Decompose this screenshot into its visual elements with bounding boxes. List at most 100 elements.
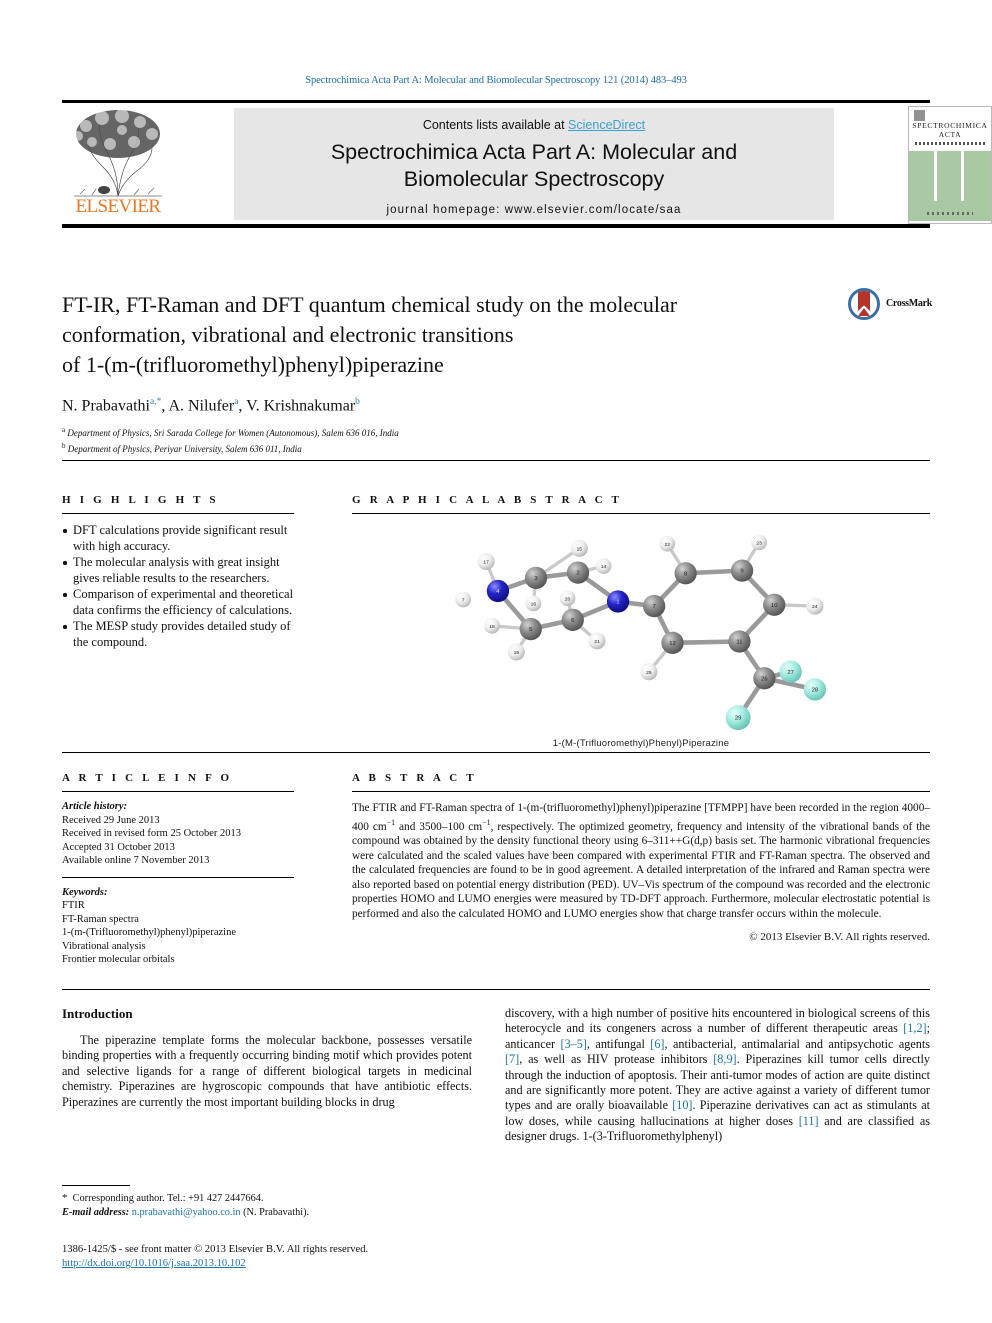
svg-text:29: 29 xyxy=(735,716,742,722)
svg-text:24: 24 xyxy=(812,604,818,610)
svg-text:14: 14 xyxy=(601,564,607,570)
contents-line: Contents lists available at ScienceDirec… xyxy=(234,118,834,132)
contents-prefix: Contents lists available at xyxy=(422,118,569,132)
keywords-divider xyxy=(62,876,294,878)
atom-12: 12 xyxy=(661,631,684,654)
highlights-section: H I G H L I G H T S DFT calculations pro… xyxy=(62,494,294,651)
atom-22: 22 xyxy=(659,535,676,552)
cover-body xyxy=(909,151,991,221)
svg-text:27: 27 xyxy=(787,670,794,676)
svg-text:10: 10 xyxy=(771,603,778,609)
body-column-left: Introduction The piperazine template for… xyxy=(62,1006,472,1110)
svg-text:2: 2 xyxy=(576,571,579,577)
atom-8: 8 xyxy=(674,562,697,585)
cover-header: SPECTROCHIMICA ACTA xyxy=(909,107,991,151)
atom-19: 19 xyxy=(507,643,525,661)
svg-text:17: 17 xyxy=(483,560,489,566)
list-item: The molecular analysis with great insigh… xyxy=(62,555,294,586)
journal-cover-thumbnail: SPECTROCHIMICA ACTA xyxy=(908,106,992,224)
svg-text:1: 1 xyxy=(616,600,619,606)
affiliation-a: a Department of Physics, Sri Sarada Coll… xyxy=(62,426,399,439)
atom-6: 6 xyxy=(561,608,584,631)
svg-text:7: 7 xyxy=(652,604,655,610)
atom-7: 7 xyxy=(642,594,666,618)
journal-masthead: ELSEVIER Contents lists available at Sci… xyxy=(62,100,992,228)
abstract-copyright: © 2013 Elsevier B.V. All rights reserved… xyxy=(749,930,930,943)
email-note: E-mail address: n.prabavathi@yahoo.co.in… xyxy=(62,1206,310,1218)
cover-footer-dots xyxy=(927,212,973,215)
author-list: N. Prabavathia,*, A. Nilufera, V. Krishn… xyxy=(62,397,360,415)
list-item: Comparison of experimental and theoretic… xyxy=(62,587,294,618)
masthead-rule-top xyxy=(62,100,930,103)
atom-16: 16 xyxy=(525,595,542,612)
atom-5: 5 xyxy=(519,617,542,641)
atom-28: 28 xyxy=(803,678,827,701)
history-line: Accepted 31 October 2013 xyxy=(62,841,175,853)
intro-paragraph-right: discovery, with a high number of positiv… xyxy=(505,1006,931,1144)
keywords-block: Keywords: FTIR FT-Raman spectra 1-(m-(Tr… xyxy=(62,886,294,967)
keyword-item: FT-Raman spectra xyxy=(62,913,139,925)
affiliation-b: b Department of Physics, Periyar Univers… xyxy=(62,441,302,454)
title-divider xyxy=(62,460,930,461)
masthead-rule-bottom xyxy=(62,224,930,228)
crossmark-badge[interactable]: CrossMark xyxy=(848,288,936,322)
article-history: Article history: Received 29 June 2013 R… xyxy=(62,800,294,868)
molecule-figure: 14 20 16 7 18 22 23 15 17 21 19 24 25 2 3 4 1 6 5 8 9 7 10 12 11… xyxy=(352,526,930,736)
atom-2: 2 xyxy=(566,561,590,584)
atom-3: 3 xyxy=(524,566,548,589)
atom-15: 15 xyxy=(570,539,588,557)
keywords-label: Keywords: xyxy=(62,886,108,898)
article-history-label: Article history: xyxy=(62,801,128,812)
svg-text:12: 12 xyxy=(669,641,676,647)
footnote-rule xyxy=(62,1185,130,1186)
atom-9: 9 xyxy=(730,559,754,582)
running-head: Spectrochimica Acta Part A: Molecular an… xyxy=(305,75,687,86)
sciencedirect-link[interactable]: ScienceDirect xyxy=(568,118,645,132)
section-heading-introduction: Introduction xyxy=(62,1006,133,1021)
atom-7: 7 xyxy=(455,591,472,608)
atom-26: 26 xyxy=(753,667,776,690)
mid-divider xyxy=(62,752,930,753)
article-info-heading: A R T I C L E I N F O xyxy=(62,772,233,784)
keyword-item: FTIR xyxy=(62,900,85,911)
crossmark-icon xyxy=(848,288,880,320)
svg-text:28: 28 xyxy=(812,688,819,694)
elsevier-wordmark: ELSEVIER xyxy=(75,196,162,217)
article-page: Spectrochimica Acta Part A: Molecular an… xyxy=(0,0,992,1323)
svg-text:21: 21 xyxy=(594,639,600,645)
atom-25: 25 xyxy=(640,663,658,681)
molecule-structure-diagram: 14201671822 231517211924252341658 97 1012 11… xyxy=(455,534,827,731)
svg-text:25: 25 xyxy=(646,670,652,676)
abstract-rule xyxy=(352,791,930,792)
body-divider xyxy=(62,989,930,990)
crossmark-label: CrossMark xyxy=(886,298,933,309)
journal-title-line1: Spectrochimica Acta Part A: Molecular an… xyxy=(330,140,738,164)
title-line-1: FT-IR, FT-Raman and DFT quantum chemical… xyxy=(62,292,678,317)
doi-link[interactable]: http://dx.doi.org/10.1016/j.saa.2013.10.… xyxy=(62,1258,246,1269)
footnote-block: * Corresponding author. Tel.: +91 427 24… xyxy=(62,1185,472,1219)
atom-21: 21 xyxy=(588,632,606,650)
title-line-3: of 1-(m-(trifluoromethyl)phenyl)piperazi… xyxy=(62,352,444,377)
atom-10: 10 xyxy=(763,593,786,616)
svg-text:7: 7 xyxy=(462,598,465,604)
svg-text:16: 16 xyxy=(531,602,537,608)
journal-title-line2: Biomolecular Spectroscopy xyxy=(403,167,665,191)
svg-text:9: 9 xyxy=(740,569,743,575)
affiliations: a Department of Physics, Sri Sarada Coll… xyxy=(62,424,762,455)
abstract-section: A B S T R A C T The FTIR and FT-Raman sp… xyxy=(352,772,930,943)
svg-text:26: 26 xyxy=(761,676,768,682)
atom-14: 14 xyxy=(595,558,612,574)
atom-29: 29 xyxy=(725,705,751,731)
svg-text:22: 22 xyxy=(665,542,671,548)
body-column-right: discovery, with a high number of positiv… xyxy=(505,1006,930,1145)
atom-11: 11 xyxy=(728,630,751,653)
journal-band: Contents lists available at ScienceDirec… xyxy=(234,108,834,220)
atom-1: 1 xyxy=(606,590,630,613)
abstract-text: The FTIR and FT-Raman spectra of 1-(m-(t… xyxy=(352,802,930,920)
highlights-heading: H I G H L I G H T S xyxy=(62,494,219,506)
keyword-item: Frontier molecular orbitals xyxy=(62,954,175,965)
graphical-abstract-heading: G R A P H I C A L A B S T R A C T xyxy=(352,494,623,506)
history-line: Received in revised form 25 October 2013 xyxy=(62,828,242,839)
intro-paragraph-left: The piperazine template forms the molecu… xyxy=(62,1033,472,1109)
svg-text:23: 23 xyxy=(756,541,762,547)
